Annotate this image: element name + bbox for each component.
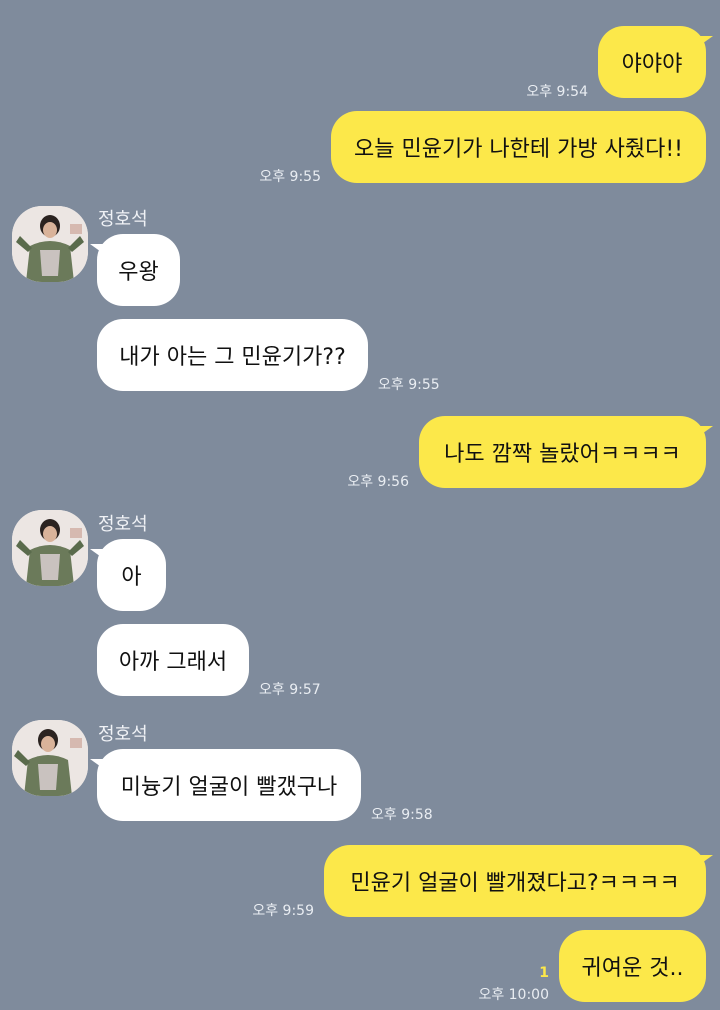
my-message-bubble[interactable]: 야야야 [598, 26, 713, 98]
message-text: 오늘 민윤기가 나한테 가방 사줬다!! [354, 137, 683, 162]
contact-avatar[interactable] [12, 720, 88, 796]
message-time: 오후 10:00 [478, 987, 549, 1003]
message-time: 오후 9:55 [378, 377, 440, 393]
contact-avatar[interactable] [12, 206, 88, 282]
message-text: 아까 그래서 [118, 650, 228, 675]
contact-avatar[interactable] [12, 510, 88, 586]
message-time: 오후 9:54 [526, 84, 588, 100]
their-message-bubble[interactable]: 아까 그래서 [97, 624, 249, 696]
their-message-bubble[interactable]: 내가 아는 그 민윤기가?? [97, 319, 368, 391]
message-time: 오후 9:56 [347, 474, 409, 490]
my-message-bubble[interactable]: 귀여운 것.. [559, 930, 706, 1002]
unread-count: 1 [539, 965, 549, 981]
message-time: 오후 9:57 [259, 682, 321, 698]
profile-photo [12, 206, 88, 282]
sender-name: 정호석 [98, 724, 148, 745]
message-text: 우왕 [118, 260, 159, 285]
sender-name: 정호석 [98, 209, 148, 230]
chat-area[interactable]: 야야야 오후 9:54 오늘 민윤기가 나한테 가방 사줬다!! 오후 9:55… [0, 0, 720, 1010]
message-text: 내가 아는 그 민윤기가?? [119, 345, 346, 370]
profile-photo [12, 720, 88, 796]
message-text: 야야야 [621, 52, 683, 77]
their-message-bubble[interactable]: 아 [90, 539, 166, 611]
message-time: 오후 9:59 [252, 903, 314, 919]
my-message-bubble[interactable]: 나도 깜짝 놀랐어ㅋㅋㅋㅋ [419, 416, 713, 488]
message-text: 민윤기 얼굴이 빨개졌다고?ㅋㅋㅋㅋ [350, 871, 680, 896]
message-time: 오후 9:58 [371, 807, 433, 823]
profile-photo [12, 510, 88, 586]
message-text: 미늉기 얼굴이 빨갰구나 [120, 775, 338, 800]
message-text: 귀여운 것.. [581, 956, 684, 981]
their-message-bubble[interactable]: 우왕 [90, 234, 180, 306]
my-message-bubble[interactable]: 오늘 민윤기가 나한테 가방 사줬다!! [331, 111, 706, 183]
their-message-bubble[interactable]: 미늉기 얼굴이 빨갰구나 [90, 749, 361, 821]
sender-name: 정호석 [98, 514, 148, 535]
my-message-bubble[interactable]: 민윤기 얼굴이 빨개졌다고?ㅋㅋㅋㅋ [324, 845, 713, 917]
message-time: 오후 9:55 [259, 169, 321, 185]
message-text: 아 [121, 565, 142, 590]
message-text: 나도 깜짝 놀랐어ㅋㅋㅋㅋ [444, 442, 681, 467]
